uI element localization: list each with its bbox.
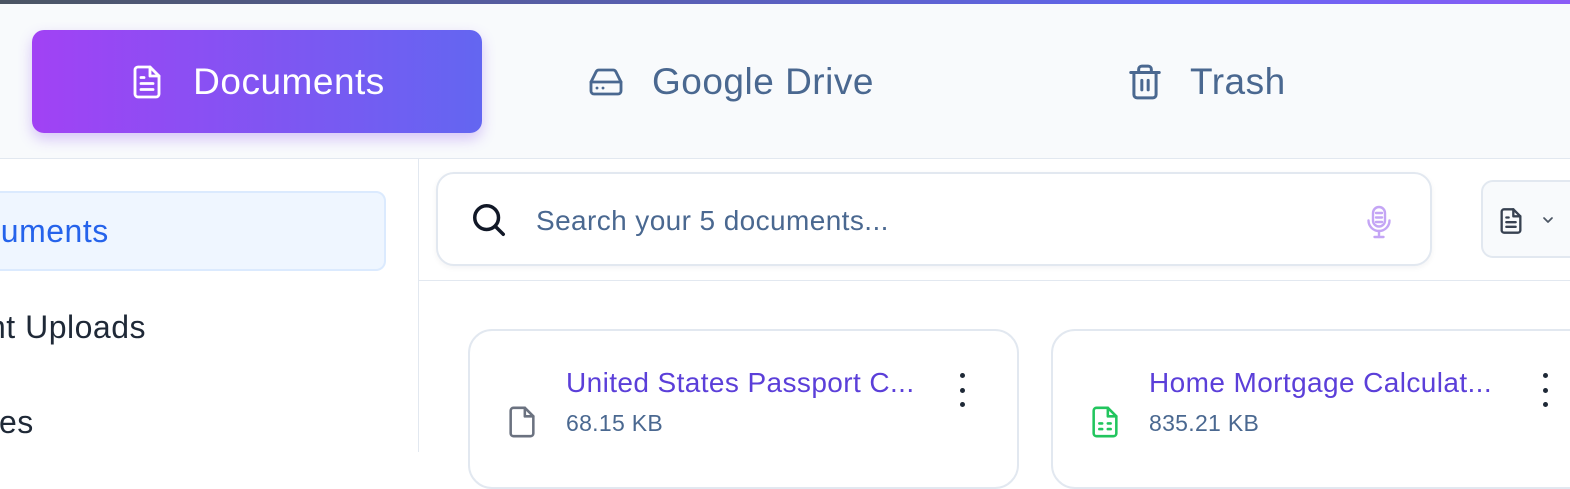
tab-label: Trash (1190, 60, 1286, 102)
sidebar-item-recent-uploads[interactable]: nt Uploads (0, 287, 386, 367)
search-input[interactable] (534, 192, 1318, 250)
tab-trash[interactable]: Trash (1126, 30, 1286, 133)
sidebar-item-label: ocuments (0, 212, 109, 249)
sidebar-item-favorites[interactable]: ites (0, 382, 386, 462)
hard-drive-icon (586, 64, 626, 100)
document-card[interactable]: Home Mortgage Calculat... 835.21 KB (1051, 329, 1570, 489)
sidebar-item-label: ites (0, 403, 34, 440)
file-name-link[interactable]: United States Passport C... (566, 367, 915, 399)
sidebar-item-all-documents[interactable]: ocuments (0, 191, 386, 271)
file-size: 68.15 KB (566, 410, 664, 436)
main-content: United States Passport C... 68.15 KB Hom… (419, 159, 1570, 489)
sidebar-item-label: nt Uploads (0, 308, 146, 345)
sidebar: ocuments nt Uploads ites (0, 159, 419, 452)
file-name-link[interactable]: Home Mortgage Calculat... (1149, 367, 1492, 399)
file-icon (505, 402, 539, 447)
document-card[interactable]: United States Passport C... 68.15 KB (468, 329, 1019, 489)
tab-documents[interactable]: Documents (32, 30, 482, 133)
tab-google-drive[interactable]: Google Drive (586, 30, 874, 133)
spreadsheet-icon (1088, 402, 1122, 447)
tab-label: Google Drive (652, 60, 874, 102)
tab-label: Documents (193, 60, 385, 102)
more-options-icon[interactable] (947, 373, 977, 407)
tab-bar: Documents Google Drive Trash (0, 4, 1570, 159)
microphone-icon[interactable] (1361, 204, 1397, 245)
file-text-icon (129, 62, 165, 102)
trash-icon (1126, 62, 1164, 102)
search-box (436, 172, 1432, 266)
file-size: 835.21 KB (1149, 410, 1260, 436)
file-text-icon (1497, 205, 1525, 242)
search-icon (470, 201, 508, 244)
search-toolbar (419, 159, 1570, 281)
chevron-down-icon (1539, 212, 1557, 233)
more-options-icon[interactable] (1530, 373, 1560, 407)
file-type-filter[interactable] (1481, 180, 1570, 258)
